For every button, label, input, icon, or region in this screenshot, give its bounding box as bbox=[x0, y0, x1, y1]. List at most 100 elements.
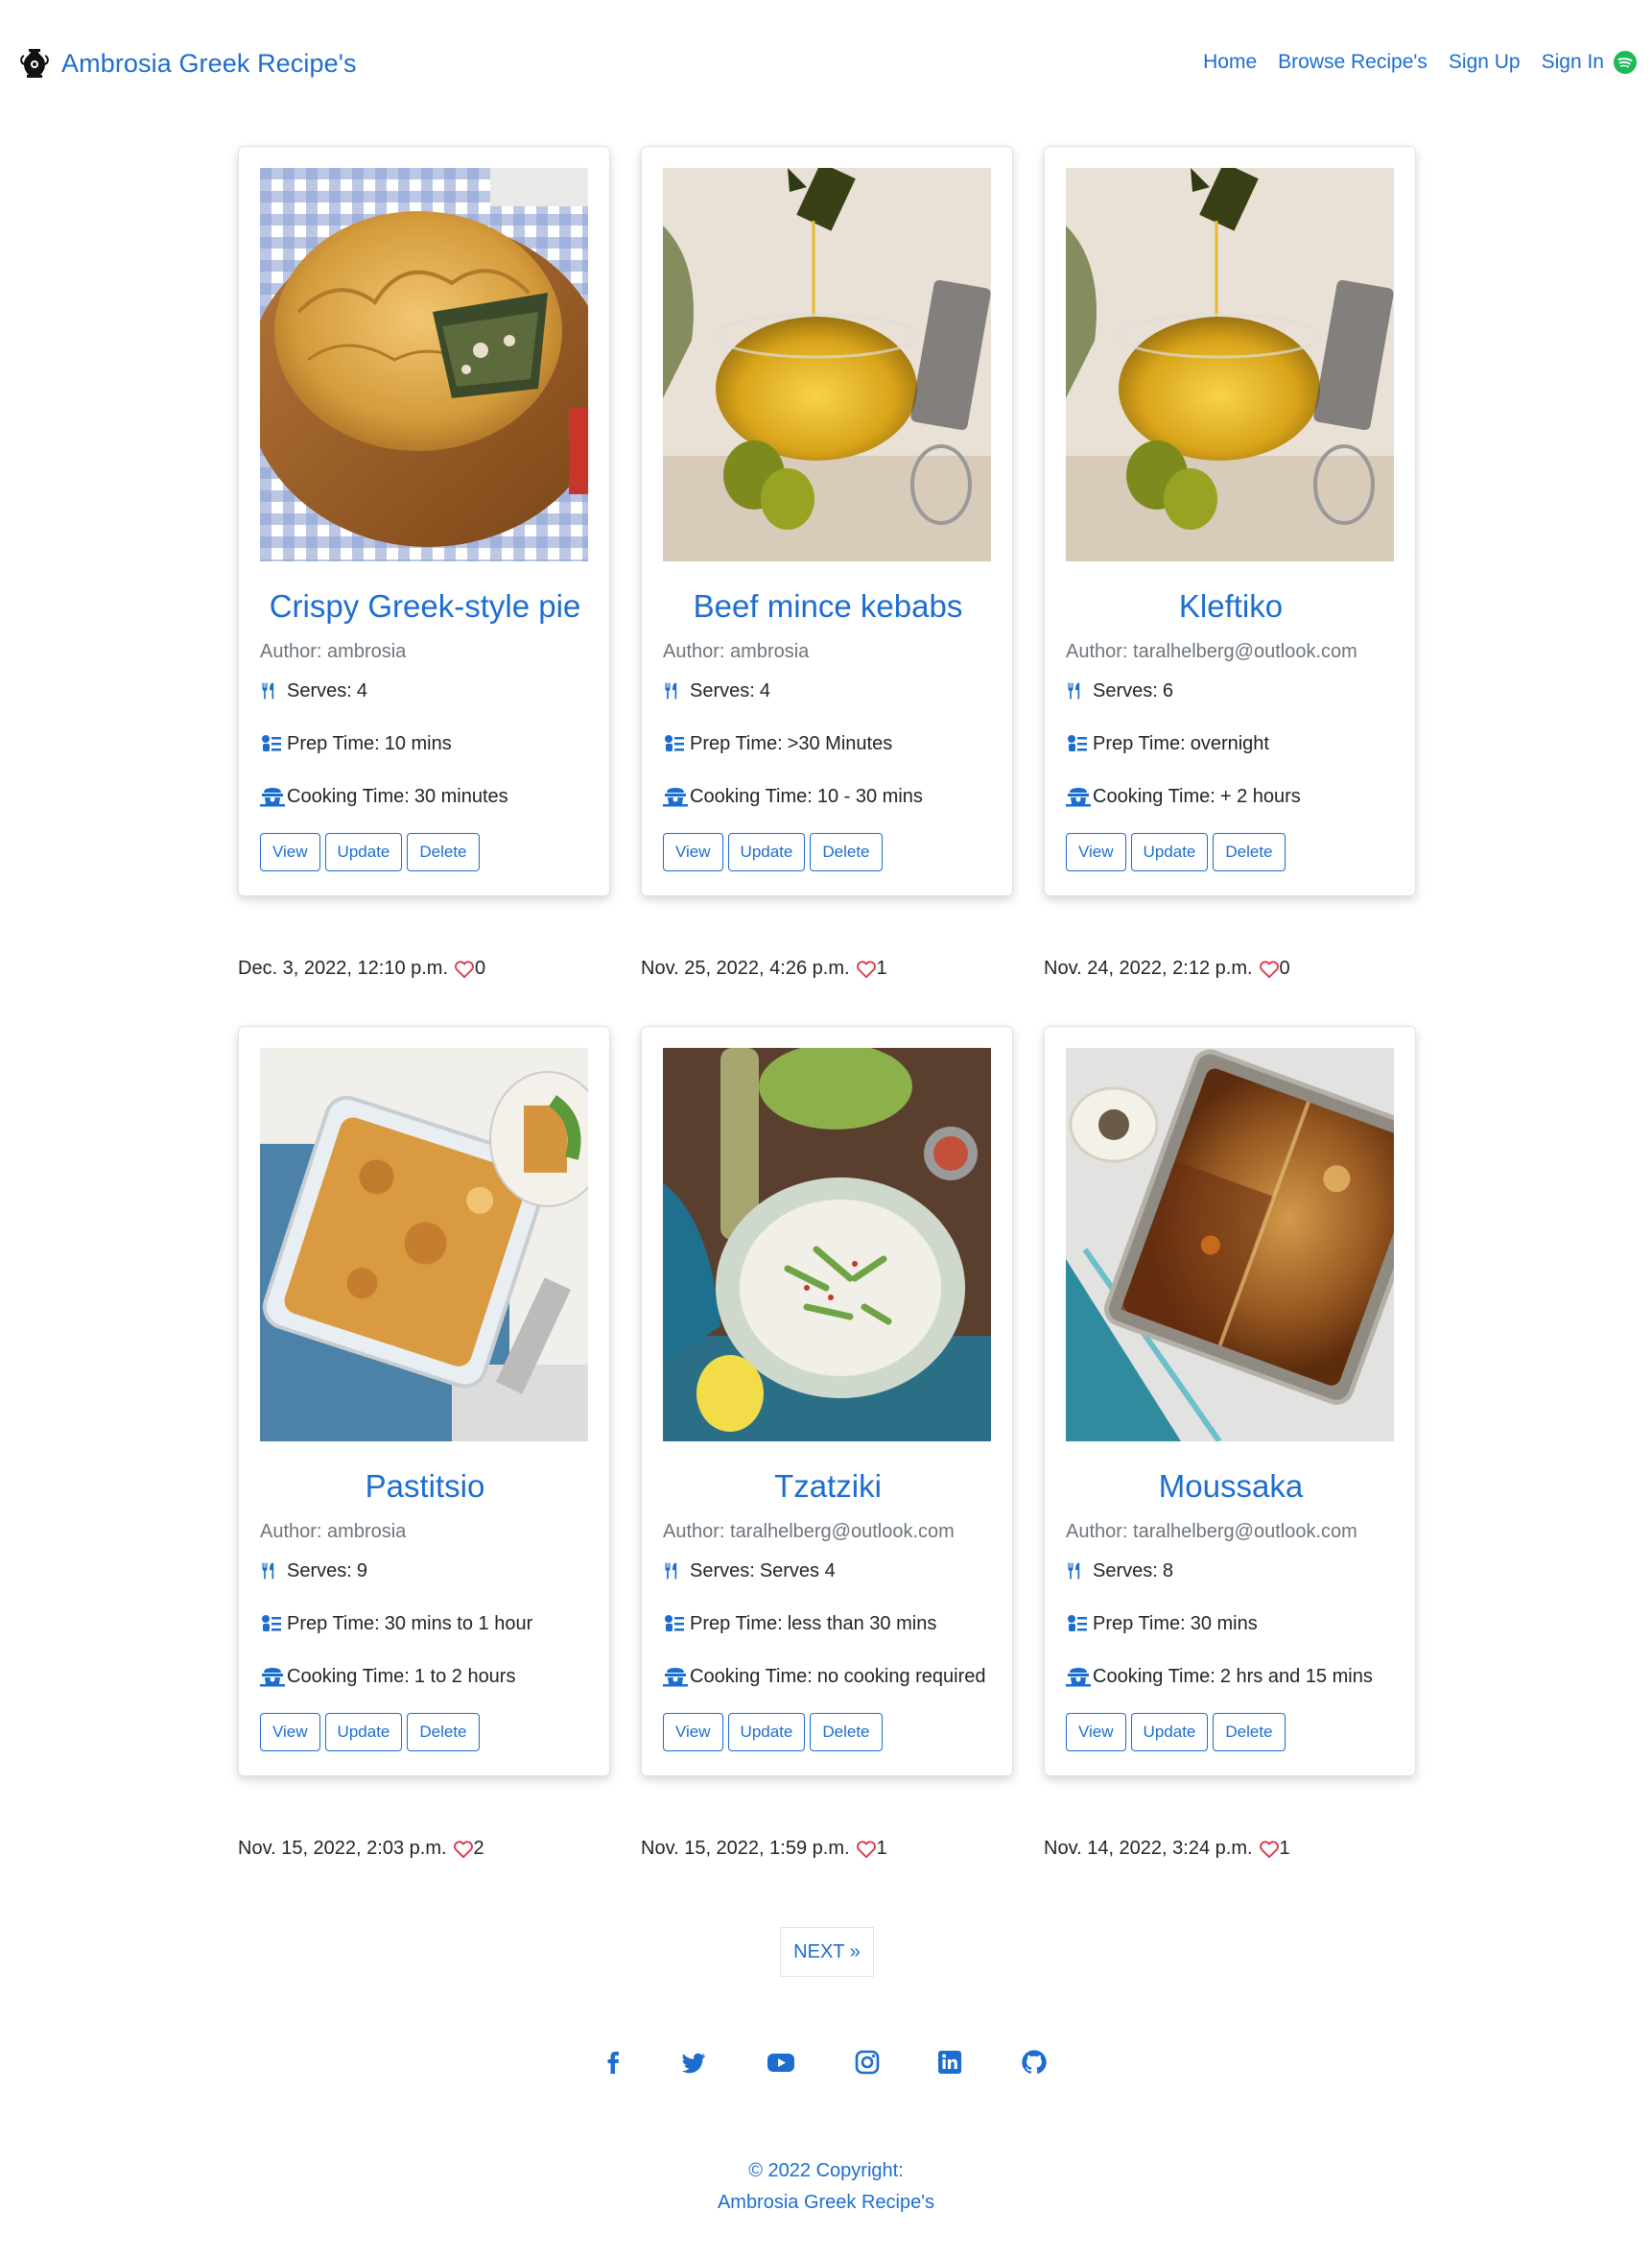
delete-button[interactable]: Delete bbox=[407, 1713, 480, 1751]
heart-icon[interactable] bbox=[856, 960, 877, 979]
recipe-title-link[interactable]: Pastitsio bbox=[239, 1468, 611, 1505]
update-button[interactable]: Update bbox=[324, 1713, 403, 1751]
prep-value: >30 Minutes bbox=[787, 732, 893, 754]
nav-signup-link[interactable]: Sign Up bbox=[1449, 51, 1521, 74]
github-icon[interactable] bbox=[1020, 2048, 1049, 2077]
card-actions: View Update Delete bbox=[1066, 833, 1290, 871]
author-name: taralhelberg@outlook.com bbox=[1133, 641, 1357, 662]
recipe-card: Pastitsio Author: ambrosia Serves: 9 Pre… bbox=[238, 1026, 610, 1776]
view-button[interactable]: View bbox=[663, 1713, 723, 1751]
update-button[interactable]: Update bbox=[727, 1713, 806, 1751]
recipe-image bbox=[260, 168, 588, 561]
brand-link[interactable]: Ambrosia Greek Recipe's bbox=[19, 44, 357, 83]
utensils-icon bbox=[260, 1559, 283, 1582]
footer-site-link[interactable]: Ambrosia Greek Recipe's bbox=[0, 2187, 1652, 2219]
heart-icon[interactable] bbox=[1259, 1840, 1280, 1859]
card-actions: View Update Delete bbox=[663, 833, 887, 871]
prep-value: less than 30 mins bbox=[787, 1612, 937, 1634]
serves-label: Serves: bbox=[1093, 1559, 1158, 1581]
heart-icon[interactable] bbox=[856, 1840, 877, 1859]
recipe-meta: Nov. 25, 2022, 4:26 p.m. 1 bbox=[641, 958, 887, 980]
recipe-author: Author: taralhelberg@outlook.com bbox=[663, 1521, 955, 1543]
delete-button[interactable]: Delete bbox=[1213, 1713, 1286, 1751]
delete-button[interactable]: Delete bbox=[1213, 833, 1286, 871]
instagram-icon[interactable] bbox=[853, 2048, 882, 2077]
serves-label: Serves: bbox=[287, 679, 352, 701]
serves-row: Serves: Serves 4 bbox=[663, 1559, 836, 1582]
delete-button[interactable]: Delete bbox=[810, 1713, 883, 1751]
nav-home-link[interactable]: Home bbox=[1203, 51, 1257, 74]
recipe-card: Kleftiko Author: taralhelberg@outlook.co… bbox=[1044, 146, 1416, 896]
serves-value: 6 bbox=[1162, 679, 1173, 701]
recipe-card: Crispy Greek-style pie Author: ambrosia … bbox=[238, 146, 610, 896]
serves-label: Serves: bbox=[1093, 679, 1158, 701]
utensils-icon bbox=[663, 679, 686, 702]
recipe-image bbox=[663, 168, 991, 561]
delete-button[interactable]: Delete bbox=[810, 833, 883, 871]
cooking-row: Cooking Time: 30 minutes bbox=[260, 785, 508, 808]
spotify-icon[interactable] bbox=[1614, 51, 1637, 74]
navbar: Ambrosia Greek Recipe's Home Browse Reci… bbox=[0, 0, 1652, 125]
view-button[interactable]: View bbox=[1066, 1713, 1126, 1751]
recipe-title-link[interactable]: Beef mince kebabs bbox=[642, 588, 1014, 625]
author-name: taralhelberg@outlook.com bbox=[730, 1521, 955, 1542]
recipe-date: Dec. 3, 2022, 12:10 p.m. bbox=[238, 958, 449, 979]
recipe-author: Author: taralhelberg@outlook.com bbox=[1066, 641, 1357, 663]
cooking-row: Cooking Time: 1 to 2 hours bbox=[260, 1665, 515, 1688]
utensils-icon bbox=[260, 679, 283, 702]
heart-icon[interactable] bbox=[1259, 960, 1280, 979]
serves-label: Serves: bbox=[690, 1559, 755, 1581]
prep-label: Prep Time: bbox=[287, 732, 380, 754]
prep-label: Prep Time: bbox=[690, 1612, 783, 1634]
delete-button[interactable]: Delete bbox=[407, 833, 480, 871]
author-label: Author: bbox=[1066, 641, 1128, 662]
prep-label: Prep Time: bbox=[1093, 1612, 1186, 1634]
nav-browse-link[interactable]: Browse Recipe's bbox=[1278, 51, 1428, 74]
recipe-author: Author: taralhelberg@outlook.com bbox=[1066, 1521, 1357, 1543]
prep-value: overnight bbox=[1190, 732, 1269, 754]
like-count: 1 bbox=[876, 958, 887, 979]
nav-links: Home Browse Recipe's Sign Up Sign In bbox=[1182, 48, 1637, 77]
cooking-label: Cooking Time: bbox=[287, 785, 410, 807]
prep-value: 30 mins to 1 hour bbox=[384, 1612, 533, 1634]
chef-list-icon bbox=[663, 1612, 686, 1635]
twitter-icon[interactable] bbox=[679, 2048, 708, 2077]
author-label: Author: bbox=[1066, 1521, 1128, 1542]
cooking-value: + 2 hours bbox=[1219, 785, 1301, 807]
author-label: Author: bbox=[663, 1521, 725, 1542]
recipe-author: Author: ambrosia bbox=[260, 641, 406, 663]
update-button[interactable]: Update bbox=[1130, 1713, 1209, 1751]
update-button[interactable]: Update bbox=[1130, 833, 1209, 871]
recipe-title-link[interactable]: Tzatziki bbox=[642, 1468, 1014, 1505]
recipe-date: Nov. 14, 2022, 3:24 p.m. bbox=[1044, 1838, 1253, 1859]
recipe-meta: Nov. 14, 2022, 3:24 p.m. 1 bbox=[1044, 1838, 1290, 1860]
card-actions: View Update Delete bbox=[260, 1713, 484, 1751]
view-button[interactable]: View bbox=[1066, 833, 1126, 871]
like-count: 0 bbox=[1279, 958, 1290, 979]
author-label: Author: bbox=[260, 1521, 322, 1542]
youtube-icon[interactable] bbox=[767, 2048, 795, 2077]
view-button[interactable]: View bbox=[663, 833, 723, 871]
cooking-pot-icon bbox=[1066, 1665, 1091, 1688]
serves-value: 4 bbox=[759, 679, 770, 701]
view-button[interactable]: View bbox=[260, 1713, 320, 1751]
serves-row: Serves: 6 bbox=[1066, 679, 1173, 702]
cooking-pot-icon bbox=[1066, 785, 1091, 808]
cooking-value: 10 - 30 mins bbox=[816, 785, 923, 807]
recipe-title-link[interactable]: Moussaka bbox=[1045, 1468, 1417, 1505]
update-button[interactable]: Update bbox=[324, 833, 403, 871]
next-page-button[interactable]: NEXT » bbox=[780, 1927, 874, 1977]
cooking-label: Cooking Time: bbox=[1093, 1665, 1215, 1687]
heart-icon[interactable] bbox=[453, 1840, 474, 1859]
cooking-value: 1 to 2 hours bbox=[413, 1665, 516, 1687]
recipe-title-link[interactable]: Kleftiko bbox=[1045, 588, 1417, 625]
facebook-icon[interactable] bbox=[600, 2048, 628, 2077]
view-button[interactable]: View bbox=[260, 833, 320, 871]
heart-icon[interactable] bbox=[454, 960, 475, 979]
linkedin-icon[interactable] bbox=[935, 2048, 964, 2077]
update-button[interactable]: Update bbox=[727, 833, 806, 871]
recipe-title-link[interactable]: Crispy Greek-style pie bbox=[239, 588, 611, 625]
author-name: taralhelberg@outlook.com bbox=[1133, 1521, 1357, 1542]
recipe-date: Nov. 15, 2022, 1:59 p.m. bbox=[641, 1838, 850, 1859]
nav-signin-link[interactable]: Sign In bbox=[1542, 51, 1604, 74]
